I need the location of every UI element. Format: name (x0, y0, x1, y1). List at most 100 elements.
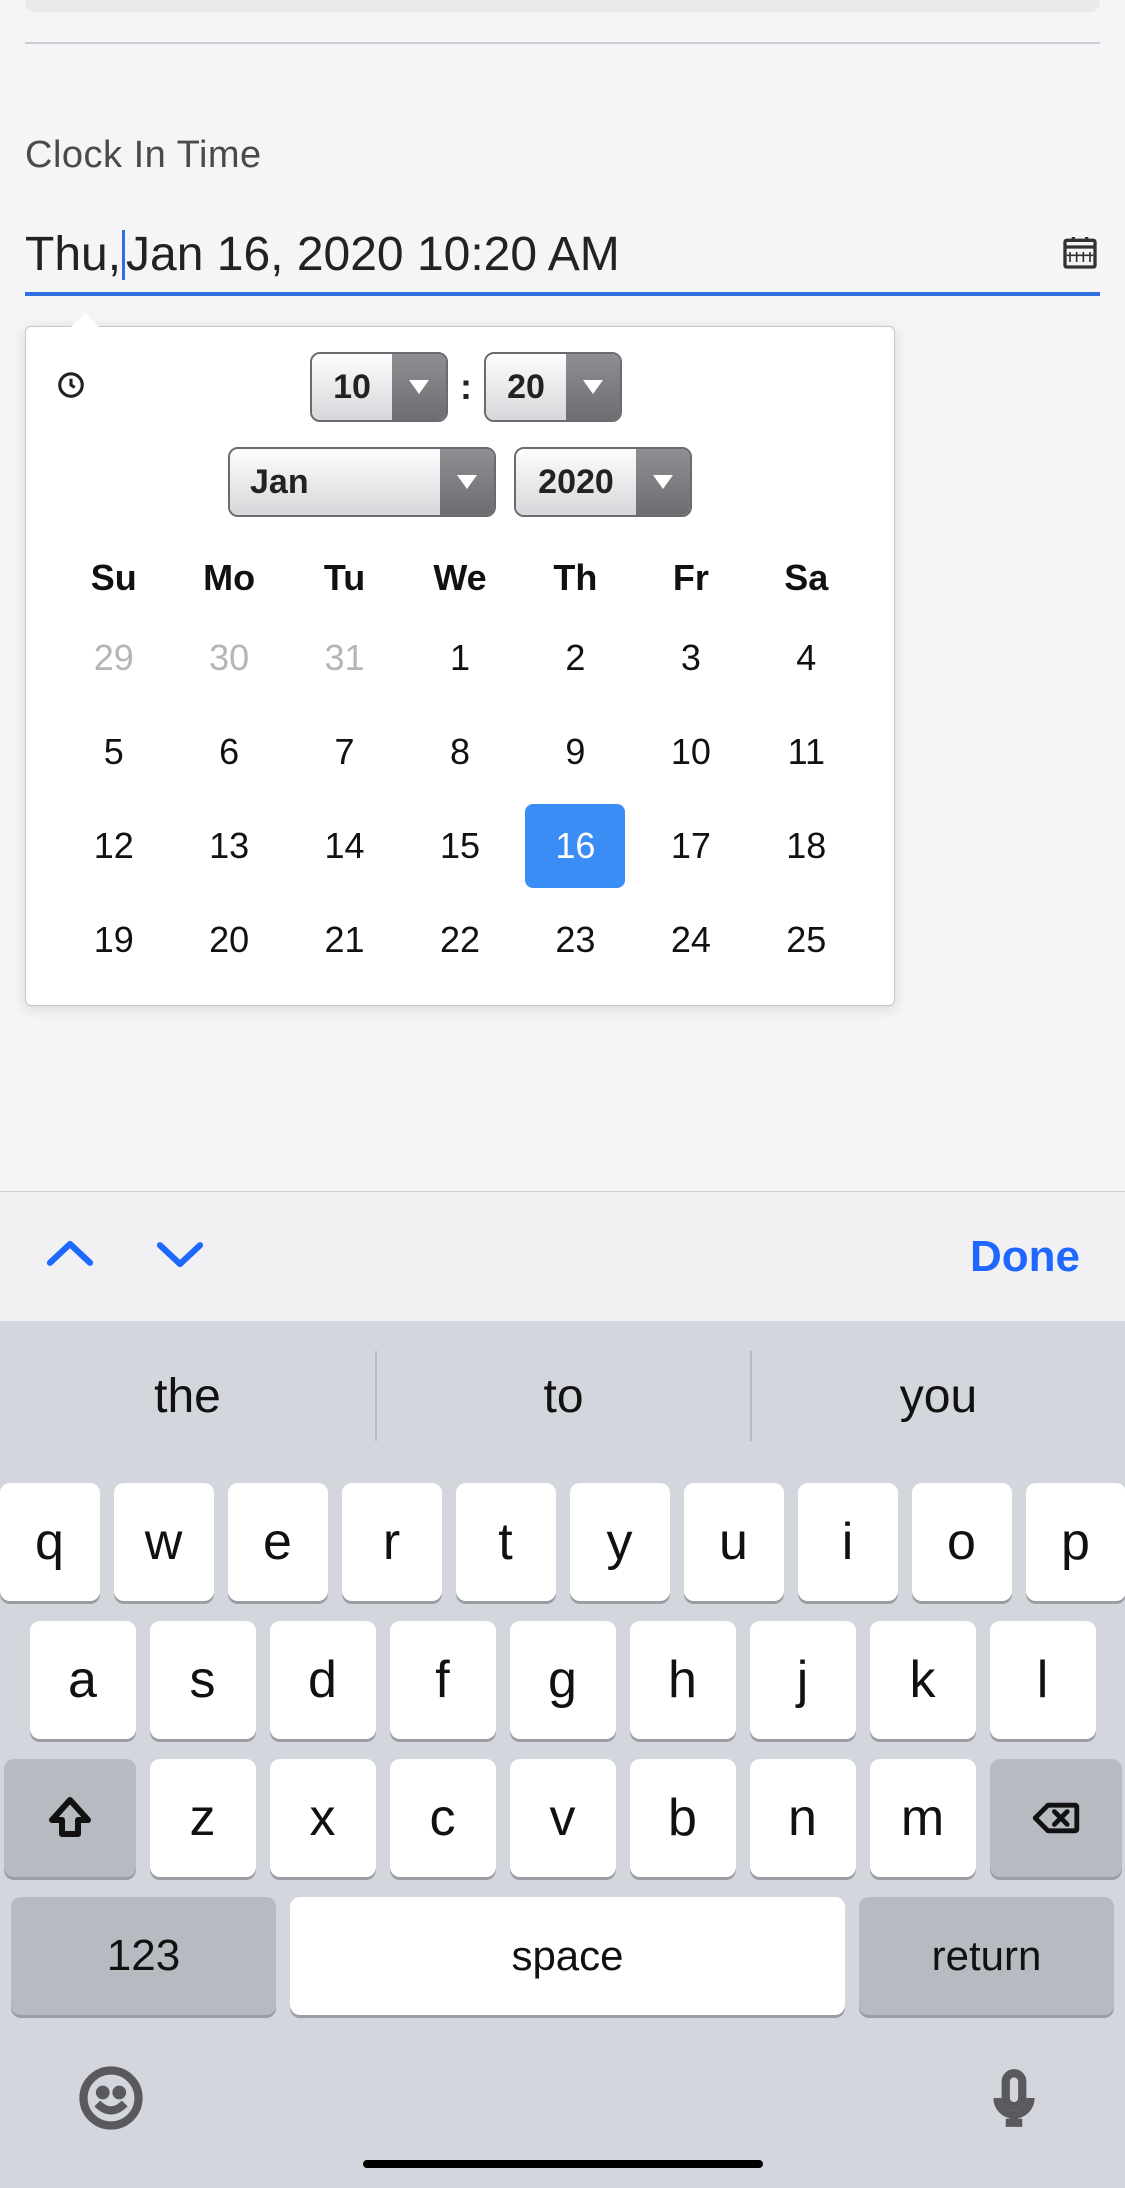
home-indicator (363, 2160, 763, 2168)
calendar-day[interactable]: 24 (633, 895, 748, 985)
keyboard: qwertyuiop asdfghjkl zxcvbnm 123 space r… (0, 1471, 1125, 2188)
calendar-day[interactable]: 15 (402, 801, 517, 891)
calendar-day[interactable]: 7 (287, 707, 402, 797)
calendar-day[interactable]: 21 (287, 895, 402, 985)
microphone-icon[interactable] (981, 2065, 1047, 2136)
minute-select[interactable]: 20 (484, 352, 622, 422)
key-i[interactable]: i (798, 1483, 898, 1601)
key-h[interactable]: h (630, 1621, 736, 1739)
calendar-day[interactable]: 14 (287, 801, 402, 891)
datetime-picker: 10 : 20 Jan 2020 SuMoTuWeThFrSa 29303112… (25, 326, 895, 1006)
key-v[interactable]: v (510, 1759, 616, 1877)
calendar-icon[interactable] (1060, 232, 1100, 277)
calendar-day[interactable]: 3 (633, 613, 748, 703)
month-select[interactable]: Jan (228, 447, 496, 517)
clock-in-time-input[interactable]: Thu, Jan 16, 2020 10:20 AM (25, 227, 1100, 296)
return-key[interactable]: return (859, 1897, 1114, 2015)
calendar-day[interactable]: 19 (56, 895, 171, 985)
calendar-day[interactable]: 30 (171, 613, 286, 703)
field-label: Clock In Time (25, 134, 1100, 177)
calendar-day[interactable]: 20 (171, 895, 286, 985)
numbers-key[interactable]: 123 (11, 1897, 276, 2015)
calendar-day[interactable]: 11 (749, 707, 864, 797)
chevron-down-icon (636, 449, 690, 515)
calendar-day[interactable]: 8 (402, 707, 517, 797)
key-a[interactable]: a (30, 1621, 136, 1739)
next-field-button[interactable] (155, 1235, 205, 1278)
key-m[interactable]: m (870, 1759, 976, 1877)
key-p[interactable]: p (1026, 1483, 1125, 1601)
calendar-day[interactable]: 9 (518, 707, 633, 797)
input-text-suffix: Jan 16, 2020 10:20 AM (126, 227, 620, 282)
key-j[interactable]: j (750, 1621, 856, 1739)
chevron-down-icon (392, 354, 446, 420)
suggestion[interactable]: the (0, 1351, 375, 1441)
key-l[interactable]: l (990, 1621, 1096, 1739)
calendar-day[interactable]: 12 (56, 801, 171, 891)
year-value: 2020 (516, 449, 636, 515)
done-button[interactable]: Done (970, 1232, 1080, 1282)
key-q[interactable]: q (0, 1483, 100, 1601)
key-d[interactable]: d (270, 1621, 376, 1739)
calendar-day[interactable]: 4 (749, 613, 864, 703)
day-of-week-header: Sa (749, 547, 864, 609)
keyboard-suggestions: thetoyou (0, 1321, 1125, 1471)
key-t[interactable]: t (456, 1483, 556, 1601)
key-b[interactable]: b (630, 1759, 736, 1877)
calendar-day[interactable]: 2 (518, 613, 633, 703)
space-key[interactable]: space (290, 1897, 845, 2015)
day-of-week-header: Tu (287, 547, 402, 609)
key-r[interactable]: r (342, 1483, 442, 1601)
input-text-prefix: Thu, (25, 227, 121, 282)
calendar-day[interactable]: 31 (287, 613, 402, 703)
day-of-week-header: Su (56, 547, 171, 609)
day-of-week-header: Fr (633, 547, 748, 609)
key-n[interactable]: n (750, 1759, 856, 1877)
backspace-key[interactable] (990, 1759, 1122, 1877)
calendar-day[interactable]: 6 (171, 707, 286, 797)
clock-icon (56, 370, 86, 405)
calendar-day[interactable]: 1 (402, 613, 517, 703)
days-of-week-header: SuMoTuWeThFrSa (56, 547, 864, 609)
day-of-week-header: Mo (171, 547, 286, 609)
calendar-day[interactable]: 25 (749, 895, 864, 985)
key-y[interactable]: y (570, 1483, 670, 1601)
key-u[interactable]: u (684, 1483, 784, 1601)
hour-select[interactable]: 10 (310, 352, 448, 422)
calendar-grid: 2930311234567891011121314151617181920212… (56, 613, 864, 985)
key-z[interactable]: z (150, 1759, 256, 1877)
key-f[interactable]: f (390, 1621, 496, 1739)
chevron-down-icon (440, 449, 494, 515)
calendar-day[interactable]: 29 (56, 613, 171, 703)
key-x[interactable]: x (270, 1759, 376, 1877)
chevron-down-icon (566, 354, 620, 420)
calendar-day[interactable]: 18 (749, 801, 864, 891)
calendar-day[interactable]: 10 (633, 707, 748, 797)
calendar-day[interactable]: 5 (56, 707, 171, 797)
key-s[interactable]: s (150, 1621, 256, 1739)
suggestion[interactable]: to (375, 1351, 750, 1441)
text-cursor (122, 230, 125, 280)
key-g[interactable]: g (510, 1621, 616, 1739)
key-w[interactable]: w (114, 1483, 214, 1601)
key-k[interactable]: k (870, 1621, 976, 1739)
shift-key[interactable] (4, 1759, 136, 1877)
key-e[interactable]: e (228, 1483, 328, 1601)
day-of-week-header: We (402, 547, 517, 609)
key-c[interactable]: c (390, 1759, 496, 1877)
emoji-icon[interactable] (78, 2065, 144, 2136)
calendar-day[interactable]: 23 (518, 895, 633, 985)
calendar-day[interactable]: 17 (633, 801, 748, 891)
year-select[interactable]: 2020 (514, 447, 692, 517)
time-separator: : (460, 366, 472, 408)
suggestion[interactable]: you (750, 1351, 1125, 1441)
minute-value: 20 (486, 354, 566, 420)
calendar-day[interactable]: 13 (171, 801, 286, 891)
calendar-day[interactable]: 16 (518, 801, 633, 891)
previous-field-button[interactable] (45, 1235, 95, 1278)
hour-value: 10 (312, 354, 392, 420)
day-of-week-header: Th (518, 547, 633, 609)
key-o[interactable]: o (912, 1483, 1012, 1601)
keyboard-toolbar: Done (0, 1191, 1125, 1321)
calendar-day[interactable]: 22 (402, 895, 517, 985)
